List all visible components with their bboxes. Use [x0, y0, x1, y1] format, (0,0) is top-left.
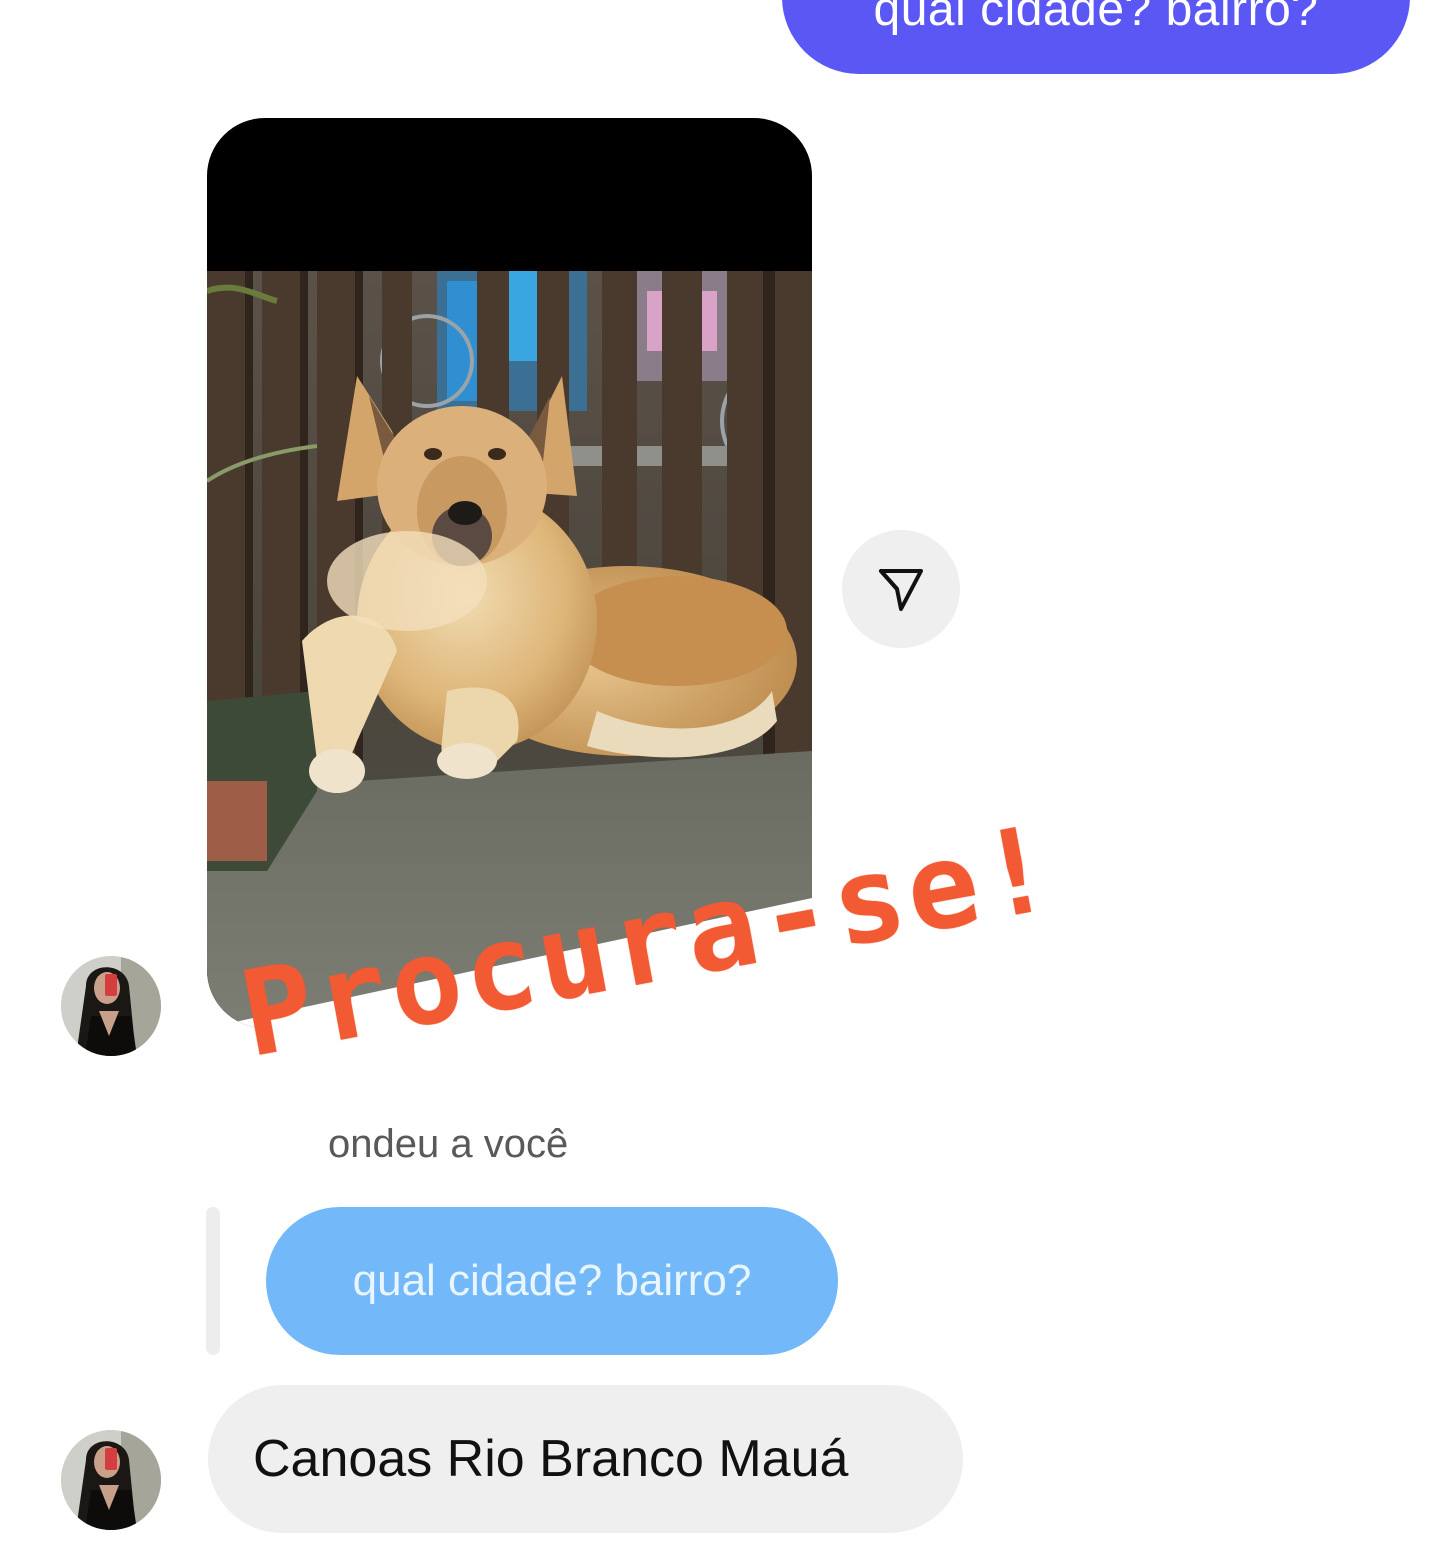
quoted-message-bubble[interactable]: qual cidade? bairro?: [266, 1207, 838, 1355]
avatar-photo: [61, 1430, 161, 1530]
paper-plane-icon: [879, 569, 923, 611]
avatar[interactable]: [61, 956, 161, 1056]
received-message-text: Canoas Rio Branco Mauá: [253, 1430, 849, 1488]
avatar[interactable]: [61, 1430, 161, 1530]
received-message-bubble[interactable]: Canoas Rio Branco Mauá: [208, 1385, 963, 1533]
quoted-message-text: qual cidade? bairro?: [352, 1256, 752, 1305]
reply-label: ondeu a você: [328, 1122, 569, 1166]
share-button[interactable]: [842, 530, 960, 648]
sent-message-bubble[interactable]: qual cidade? bairro?: [782, 0, 1410, 74]
sent-message-text: qual cidade? bairro?: [873, 0, 1319, 36]
reply-quote-line: [206, 1207, 220, 1355]
avatar-photo: [61, 956, 161, 1056]
